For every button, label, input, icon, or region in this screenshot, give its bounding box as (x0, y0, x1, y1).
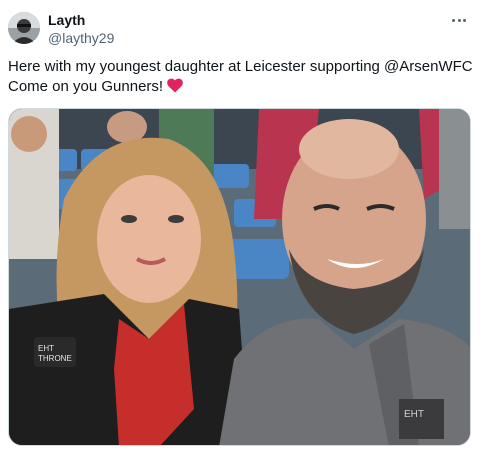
tweet-text: Here with my youngest daughter at Leices… (8, 57, 478, 97)
mention-link[interactable]: @ArsenWFC (384, 58, 473, 75)
tweet-text-line2: Come on you Gunners! (8, 78, 164, 95)
red-heart-icon (167, 78, 183, 93)
tweet-header: Layth @laythy29 (8, 10, 475, 50)
tweet-card: Layth @laythy29 Here with my youngest da… (0, 0, 483, 452)
author-display-name[interactable]: Layth (48, 12, 114, 29)
tweet-text-body: Here with my youngest daughter at Leices… (8, 58, 385, 75)
author-handle[interactable]: @laythy29 (48, 29, 114, 47)
jacket-logo-text: EHT (38, 344, 54, 353)
tweet-photo[interactable]: EHT THRONE EHT (8, 108, 471, 446)
selfie-photo-image: EHT THRONE EHT (9, 109, 470, 445)
svg-text:THRONE: THRONE (38, 354, 72, 363)
author-avatar[interactable] (8, 12, 40, 44)
avatar-image (8, 12, 40, 44)
more-options-icon[interactable] (447, 10, 471, 30)
svg-text:EHT: EHT (404, 409, 424, 420)
author-names: Layth @laythy29 (48, 12, 114, 47)
